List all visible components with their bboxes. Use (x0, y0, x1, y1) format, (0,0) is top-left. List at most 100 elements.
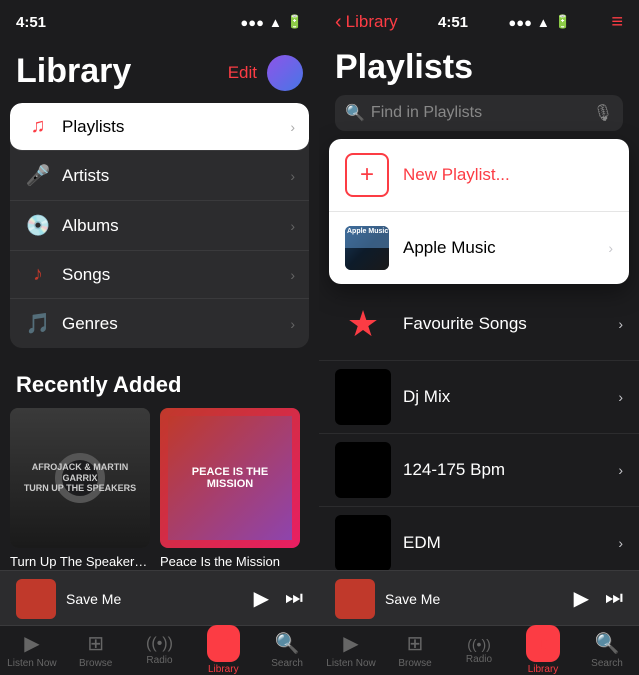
left-status-icons: ●●● ▲ 🔋 (240, 14, 303, 30)
apple-music-chevron: › (608, 240, 613, 256)
edm-chevron: › (618, 535, 623, 551)
tab-bar-left: ▶ Listen Now ⊞ Browse ((•)) Radio ♫ Libr… (0, 625, 319, 674)
mini-player-title-left: Save Me (66, 591, 244, 607)
tab-browse-left[interactable]: ⊞ Browse (64, 631, 128, 669)
recently-added-grid: AFROJACK & MARTIN GARRIXTURN UP THE SPEA… (0, 408, 319, 583)
apple-music-thumb: Apple Music (345, 226, 389, 270)
hamburger-icon[interactable]: ≡ (611, 11, 623, 34)
search-icon-right: 🔍 (595, 631, 620, 656)
search-icon: 🔍 (345, 103, 365, 123)
playlists-label: Playlists (62, 117, 290, 137)
albums-label: Albums (62, 216, 290, 236)
genres-label: Genres (62, 314, 290, 334)
mini-player-info-left: Save Me (66, 591, 244, 607)
browse-icon-left: ⊞ (87, 631, 104, 656)
playlist-thumb-djmix (335, 369, 391, 425)
play-icon-left[interactable]: ▶ (254, 586, 269, 611)
album-card-turn-up[interactable]: AFROJACK & MARTIN GARRIXTURN UP THE SPEA… (10, 408, 150, 583)
play-icon-right[interactable]: ▶ (574, 586, 589, 611)
playlist-thumb-favourite: ★ (335, 296, 391, 352)
profile-icon[interactable] (267, 55, 303, 91)
right-signal-icon: ●●● (508, 15, 532, 30)
library-title: Library (16, 52, 131, 91)
tab-radio-right[interactable]: ((•)) Radio (447, 636, 511, 665)
listen-now-icon-left: ▶ (24, 631, 39, 656)
library-icon-right: ♫ (536, 633, 550, 653)
favourite-chevron: › (618, 316, 623, 332)
songs-chevron: › (290, 267, 295, 283)
back-label: Library (346, 12, 398, 32)
songs-label: Songs (62, 265, 290, 285)
playlist-thumb-edm (335, 515, 391, 571)
playlist-name-edm: EDM (403, 533, 618, 553)
bpm-chevron: › (618, 462, 623, 478)
new-playlist-item[interactable]: + New Playlist... (329, 139, 629, 212)
search-icon-left: 🔍 (275, 631, 300, 656)
album-card-peace[interactable]: PEACE IS THE MISSION Peace Is the Missio… (160, 408, 300, 583)
left-status-bar: 4:51 ●●● ▲ 🔋 (0, 0, 319, 44)
search-label-right: Search (591, 658, 623, 669)
library-header: Library Edit (0, 44, 319, 95)
playlist-name-favourite: Favourite Songs (403, 314, 618, 334)
apple-music-thumb-inner: Apple Music (345, 226, 389, 270)
listen-now-label-right: Listen Now (326, 658, 375, 669)
fast-forward-icon-left[interactable]: ⏭ (285, 587, 303, 610)
playlist-row-bpm[interactable]: 124-175 Bpm › (319, 434, 639, 507)
tab-library-right[interactable]: ♫ Library (511, 625, 575, 674)
menu-item-genres[interactable]: 🎵 Genres › (10, 299, 309, 348)
search-bar[interactable]: 🔍 Find in Playlists 🎙 (335, 95, 623, 131)
dropdown-card: + New Playlist... Apple Music Apple Musi… (329, 139, 629, 284)
mic-icon[interactable]: 🎙 (593, 103, 613, 123)
right-status-icons: ●●● ▲ 🔋 (508, 14, 571, 30)
right-wifi-icon: ▲ (537, 15, 550, 30)
wifi-icon: ▲ (269, 15, 282, 30)
mini-player-right[interactable]: Save Me ▶ ⏭ (319, 570, 639, 626)
menu-item-playlists[interactable]: ♫ Playlists › (10, 103, 309, 151)
star-icon: ★ (347, 303, 379, 345)
tab-search-left[interactable]: 🔍 Search (255, 631, 319, 669)
tab-library-left[interactable]: ♫ Library (191, 625, 255, 675)
mini-player-thumb-left (16, 579, 56, 619)
mini-player-left[interactable]: Save Me ▶ ⏭ (0, 570, 319, 626)
tab-listen-now-left[interactable]: ▶ Listen Now (0, 631, 64, 669)
menu-item-songs[interactable]: ♪ Songs › (10, 251, 309, 299)
radio-icon-left: ((•)) (146, 635, 173, 653)
tab-radio-left[interactable]: ((•)) Radio (128, 635, 192, 666)
mini-player-title-right: Save Me (385, 591, 564, 607)
apple-music-item[interactable]: Apple Music Apple Music › (329, 212, 629, 284)
album-title-turn-up: Turn Up The Speakers... (10, 554, 150, 569)
mini-player-thumb-right (335, 579, 375, 619)
menu-item-albums[interactable]: 💿 Albums › (10, 201, 309, 251)
right-status-bar: ‹ Library 4:51 ●●● ▲ 🔋 ≡ (319, 0, 639, 44)
mini-player-info-right: Save Me (385, 591, 564, 607)
battery-icon: 🔋 (287, 14, 303, 30)
apple-music-label: Apple Music (403, 238, 608, 258)
search-placeholder: Find in Playlists (371, 104, 587, 122)
right-battery-icon: 🔋 (555, 14, 571, 30)
genres-chevron: › (290, 316, 295, 332)
playlist-row-favourite[interactable]: ★ Favourite Songs › (319, 288, 639, 361)
mini-player-controls-right: ▶ ⏭ (574, 586, 623, 611)
edit-button[interactable]: Edit (228, 63, 257, 83)
tab-browse-right[interactable]: ⊞ Browse (383, 631, 447, 669)
playlists-chevron: › (290, 119, 295, 135)
library-label-right: Library (528, 664, 559, 674)
playlists-title: Playlists (335, 48, 623, 87)
tab-listen-now-right[interactable]: ▶ Listen Now (319, 631, 383, 669)
signal-icon: ●●● (240, 15, 264, 30)
left-panel: 4:51 ●●● ▲ 🔋 Library Edit ♫ Playlists › … (0, 0, 319, 674)
new-playlist-icon: + (345, 153, 389, 197)
browse-label-right: Browse (398, 658, 431, 669)
playlist-row-djmix[interactable]: Dj Mix › (319, 361, 639, 434)
artists-chevron: › (290, 168, 295, 184)
albums-icon: 💿 (24, 213, 52, 238)
back-button[interactable]: ‹ Library (335, 11, 398, 34)
album-art-peace: PEACE IS THE MISSION (160, 408, 300, 548)
songs-icon: ♪ (24, 263, 52, 286)
menu-item-artists[interactable]: 🎤 Artists › (10, 151, 309, 201)
djmix-chevron: › (618, 389, 623, 405)
artists-icon: 🎤 (24, 163, 52, 188)
library-active-bg-left: ♫ (207, 625, 241, 662)
fast-forward-icon-right[interactable]: ⏭ (605, 587, 623, 610)
tab-search-right[interactable]: 🔍 Search (575, 631, 639, 669)
